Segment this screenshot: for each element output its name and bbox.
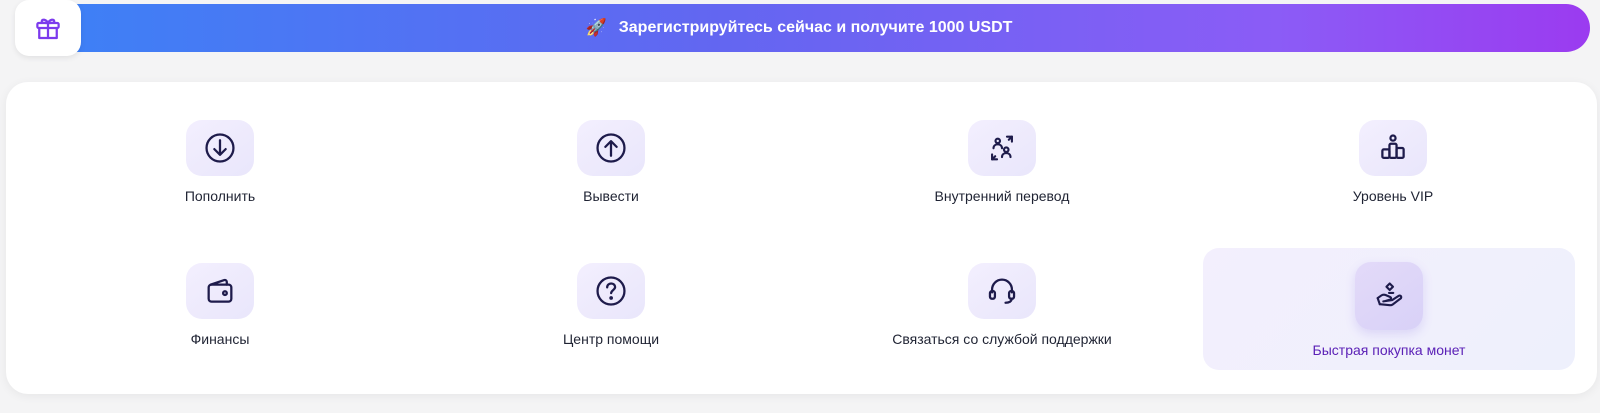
quick-actions-card: Пополнить Вывести Внутренний перевод Уро…	[6, 82, 1597, 394]
wallet-icon-tile	[186, 263, 254, 319]
transfer-icon	[991, 135, 1013, 161]
help-icon	[596, 276, 626, 306]
action-internal-transfer[interactable]: Внутренний перевод	[816, 82, 1188, 204]
promo-banner-text: Зарегистрируйтесь сейчас и получите 1000…	[618, 19, 1013, 36]
headset-icon	[988, 278, 1016, 304]
action-deposit[interactable]: Пополнить	[34, 82, 406, 204]
action-label: Уровень VIP	[1352, 188, 1434, 204]
action-help-center[interactable]: Центр помощи	[425, 225, 797, 347]
action-label: Вывести	[583, 188, 639, 204]
gift-icon	[36, 18, 60, 40]
rocket-icon: 🚀	[585, 17, 607, 38]
deposit-icon-tile	[186, 120, 254, 176]
action-label: Центр помощи	[562, 331, 660, 347]
quick-buy-icon-tile	[1355, 262, 1423, 330]
promo-banner[interactable]: 🚀 Зарегистрируйтесь сейчас и получите 10…	[18, 4, 1590, 52]
action-quick-buy[interactable]: Быстрая покупка монет	[1203, 248, 1575, 370]
withdraw-icon-tile	[577, 120, 645, 176]
action-label: Пополнить	[184, 188, 256, 204]
withdraw-icon	[596, 133, 626, 163]
action-label: Быстрая покупка монет	[1312, 342, 1466, 358]
action-label: Внутренний перевод	[934, 188, 1070, 204]
action-label: Финансы	[190, 331, 250, 347]
wallet-icon	[207, 278, 233, 303]
headset-icon-tile	[968, 263, 1036, 319]
help-icon-tile	[577, 263, 645, 319]
action-withdraw[interactable]: Вывести	[425, 82, 797, 204]
action-vip-level[interactable]: Уровень VIP	[1207, 82, 1579, 204]
action-label: Связаться со службой поддержки	[892, 331, 1112, 347]
action-finance[interactable]: Финансы	[34, 225, 406, 347]
action-contact-support[interactable]: Связаться со службой поддержки	[816, 225, 1188, 347]
transfer-icon-tile	[968, 120, 1036, 176]
vip-level-icon-tile	[1359, 120, 1427, 176]
vip-level-icon	[1381, 134, 1405, 160]
deposit-icon	[205, 133, 235, 163]
quick-buy-icon	[1376, 282, 1403, 307]
gift-button[interactable]	[15, 0, 81, 56]
